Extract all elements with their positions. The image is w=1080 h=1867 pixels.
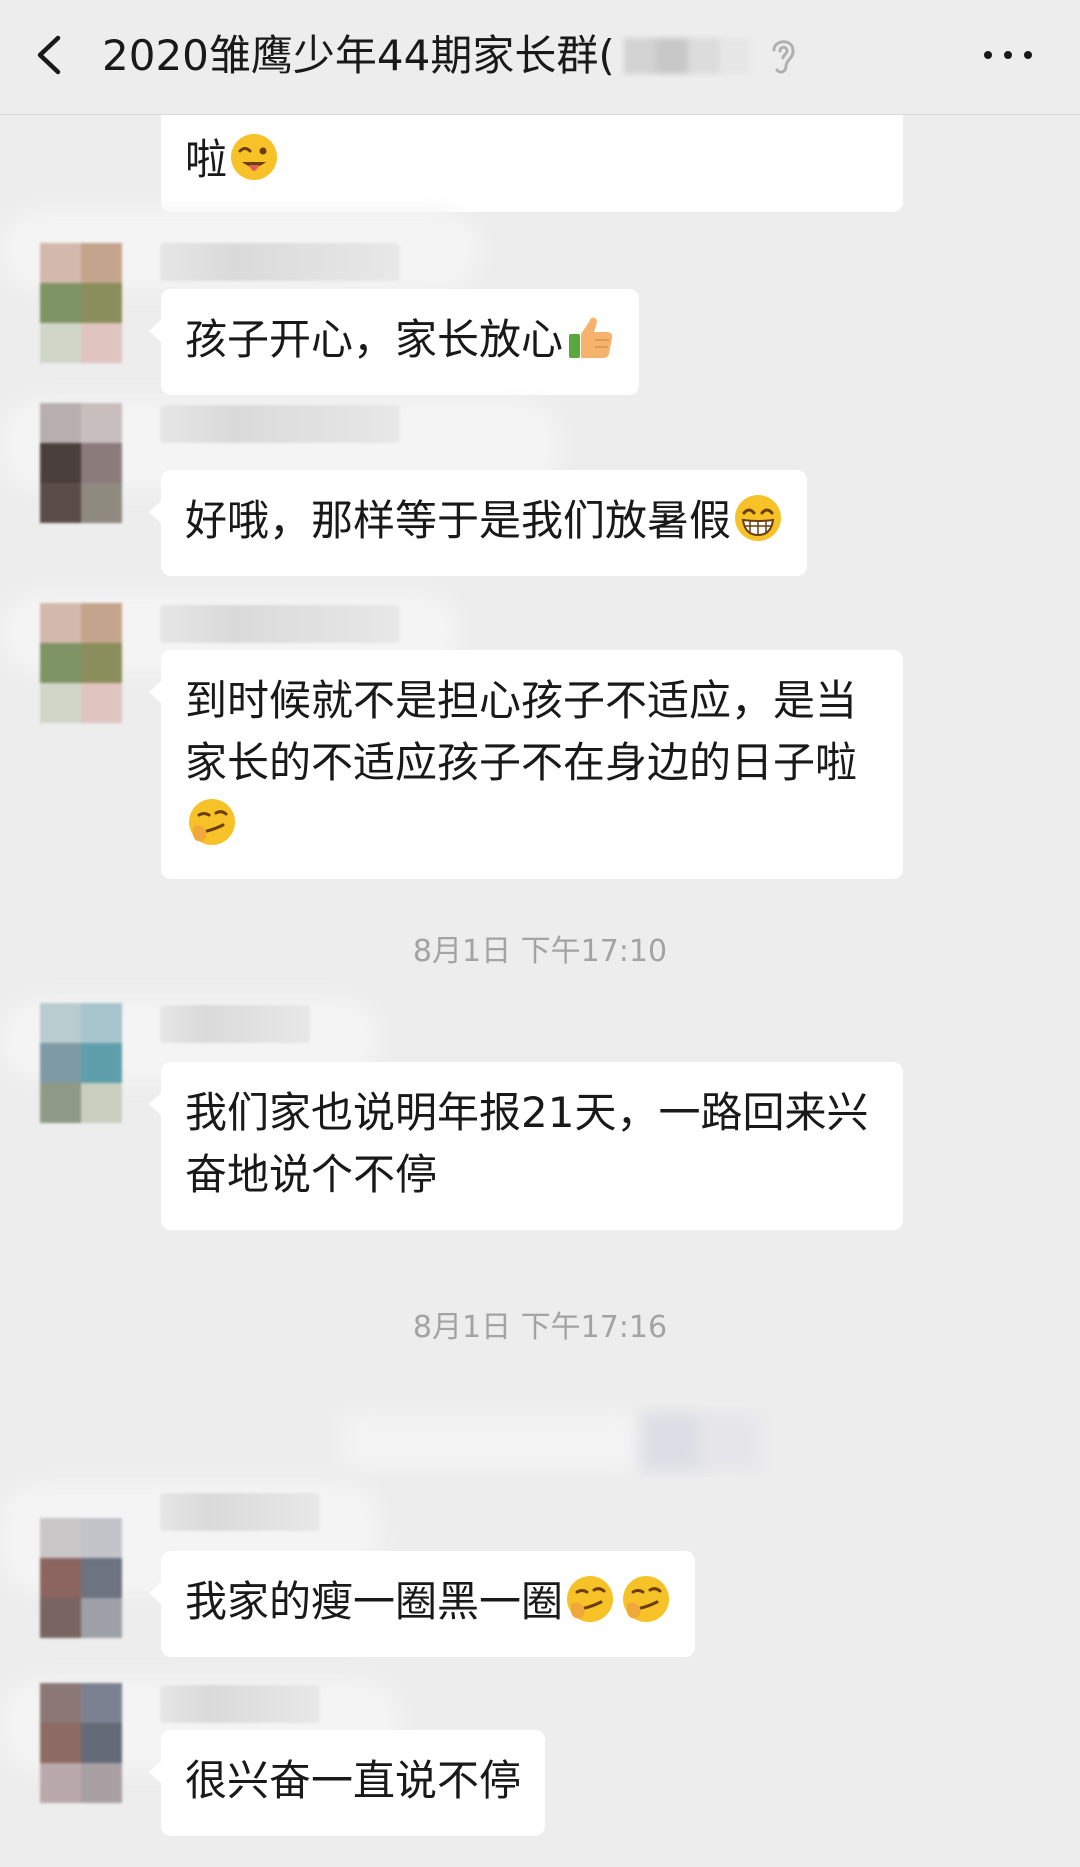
message-text: 好哦，那样等于是我们放暑假 bbox=[185, 496, 732, 545]
message-text: 到时候就不是担心孩子不适应，是当家长的不适应孩子不在身边的日子啦 bbox=[185, 676, 858, 787]
redacted-title-suffix bbox=[624, 38, 750, 74]
timestamp: 8月1日 下午17:16 bbox=[412, 1310, 668, 1345]
avatar[interactable] bbox=[40, 243, 122, 363]
thumbs-up-emoji bbox=[569, 317, 613, 358]
timestamp: 8月1日 下午17:10 bbox=[412, 934, 668, 969]
message-bubble[interactable]: 到时候就不是担心孩子不适应，是当家长的不适应孩子不在身边的日子啦 bbox=[149, 650, 903, 879]
message-text: 很兴奋一直说不停 bbox=[185, 1756, 522, 1805]
avatar[interactable] bbox=[40, 1518, 122, 1638]
sender-name bbox=[160, 405, 400, 443]
message-list[interactable]: 啦 孩子开心，家长放心 好哦，那样等于是我们放暑假 到时候就不是担心孩子不适应，… bbox=[0, 115, 1080, 1867]
smirk-emoji bbox=[189, 799, 235, 845]
message-text: 我们家也说明年报21天，一路回来兴奋地说个不停 bbox=[185, 1088, 869, 1199]
sender-name bbox=[160, 1005, 310, 1043]
redacted-system-message bbox=[340, 1411, 760, 1471]
more-button[interactable] bbox=[978, 34, 1038, 74]
chevron-left-icon bbox=[37, 35, 61, 75]
sender-name bbox=[160, 1685, 320, 1723]
message-text: 啦 bbox=[185, 135, 228, 184]
chat-title: 2020雏鹰少年44期家长群( bbox=[102, 31, 615, 80]
message-text: 我家的瘦一圈黑一圈 bbox=[185, 1577, 564, 1626]
back-button[interactable] bbox=[28, 28, 76, 82]
smirk-emoji bbox=[567, 1576, 614, 1622]
grinning-emoji bbox=[735, 495, 782, 541]
message-bubble[interactable]: 我们家也说明年报21天，一路回来兴奋地说个不停 bbox=[149, 1062, 903, 1230]
message-bubble[interactable]: 我家的瘦一圈黑一圈 bbox=[148, 1551, 696, 1657]
message-bubble[interactable]: 孩子开心，家长放心 bbox=[148, 289, 640, 395]
chat-header: 2020雏鹰少年44期家长群( bbox=[0, 0, 1080, 115]
avatar[interactable] bbox=[40, 1003, 122, 1123]
message-bubble[interactable]: 好哦，那样等于是我们放暑假 bbox=[148, 470, 808, 576]
message-bubble[interactable]: 很兴奋一直说不停 bbox=[148, 1730, 546, 1836]
ear-icon bbox=[772, 40, 795, 74]
avatar[interactable] bbox=[40, 603, 122, 723]
message-text: 孩子开心，家长放心 bbox=[185, 315, 564, 364]
sender-name bbox=[160, 243, 400, 281]
winking-tongue-emoji bbox=[231, 134, 278, 180]
avatar[interactable] bbox=[40, 1683, 122, 1803]
sender-name bbox=[160, 605, 400, 643]
smirk-emoji bbox=[623, 1576, 670, 1622]
sender-name bbox=[160, 1493, 320, 1531]
message-bubble[interactable]: 啦 bbox=[161, 115, 903, 212]
avatar[interactable] bbox=[40, 403, 122, 523]
